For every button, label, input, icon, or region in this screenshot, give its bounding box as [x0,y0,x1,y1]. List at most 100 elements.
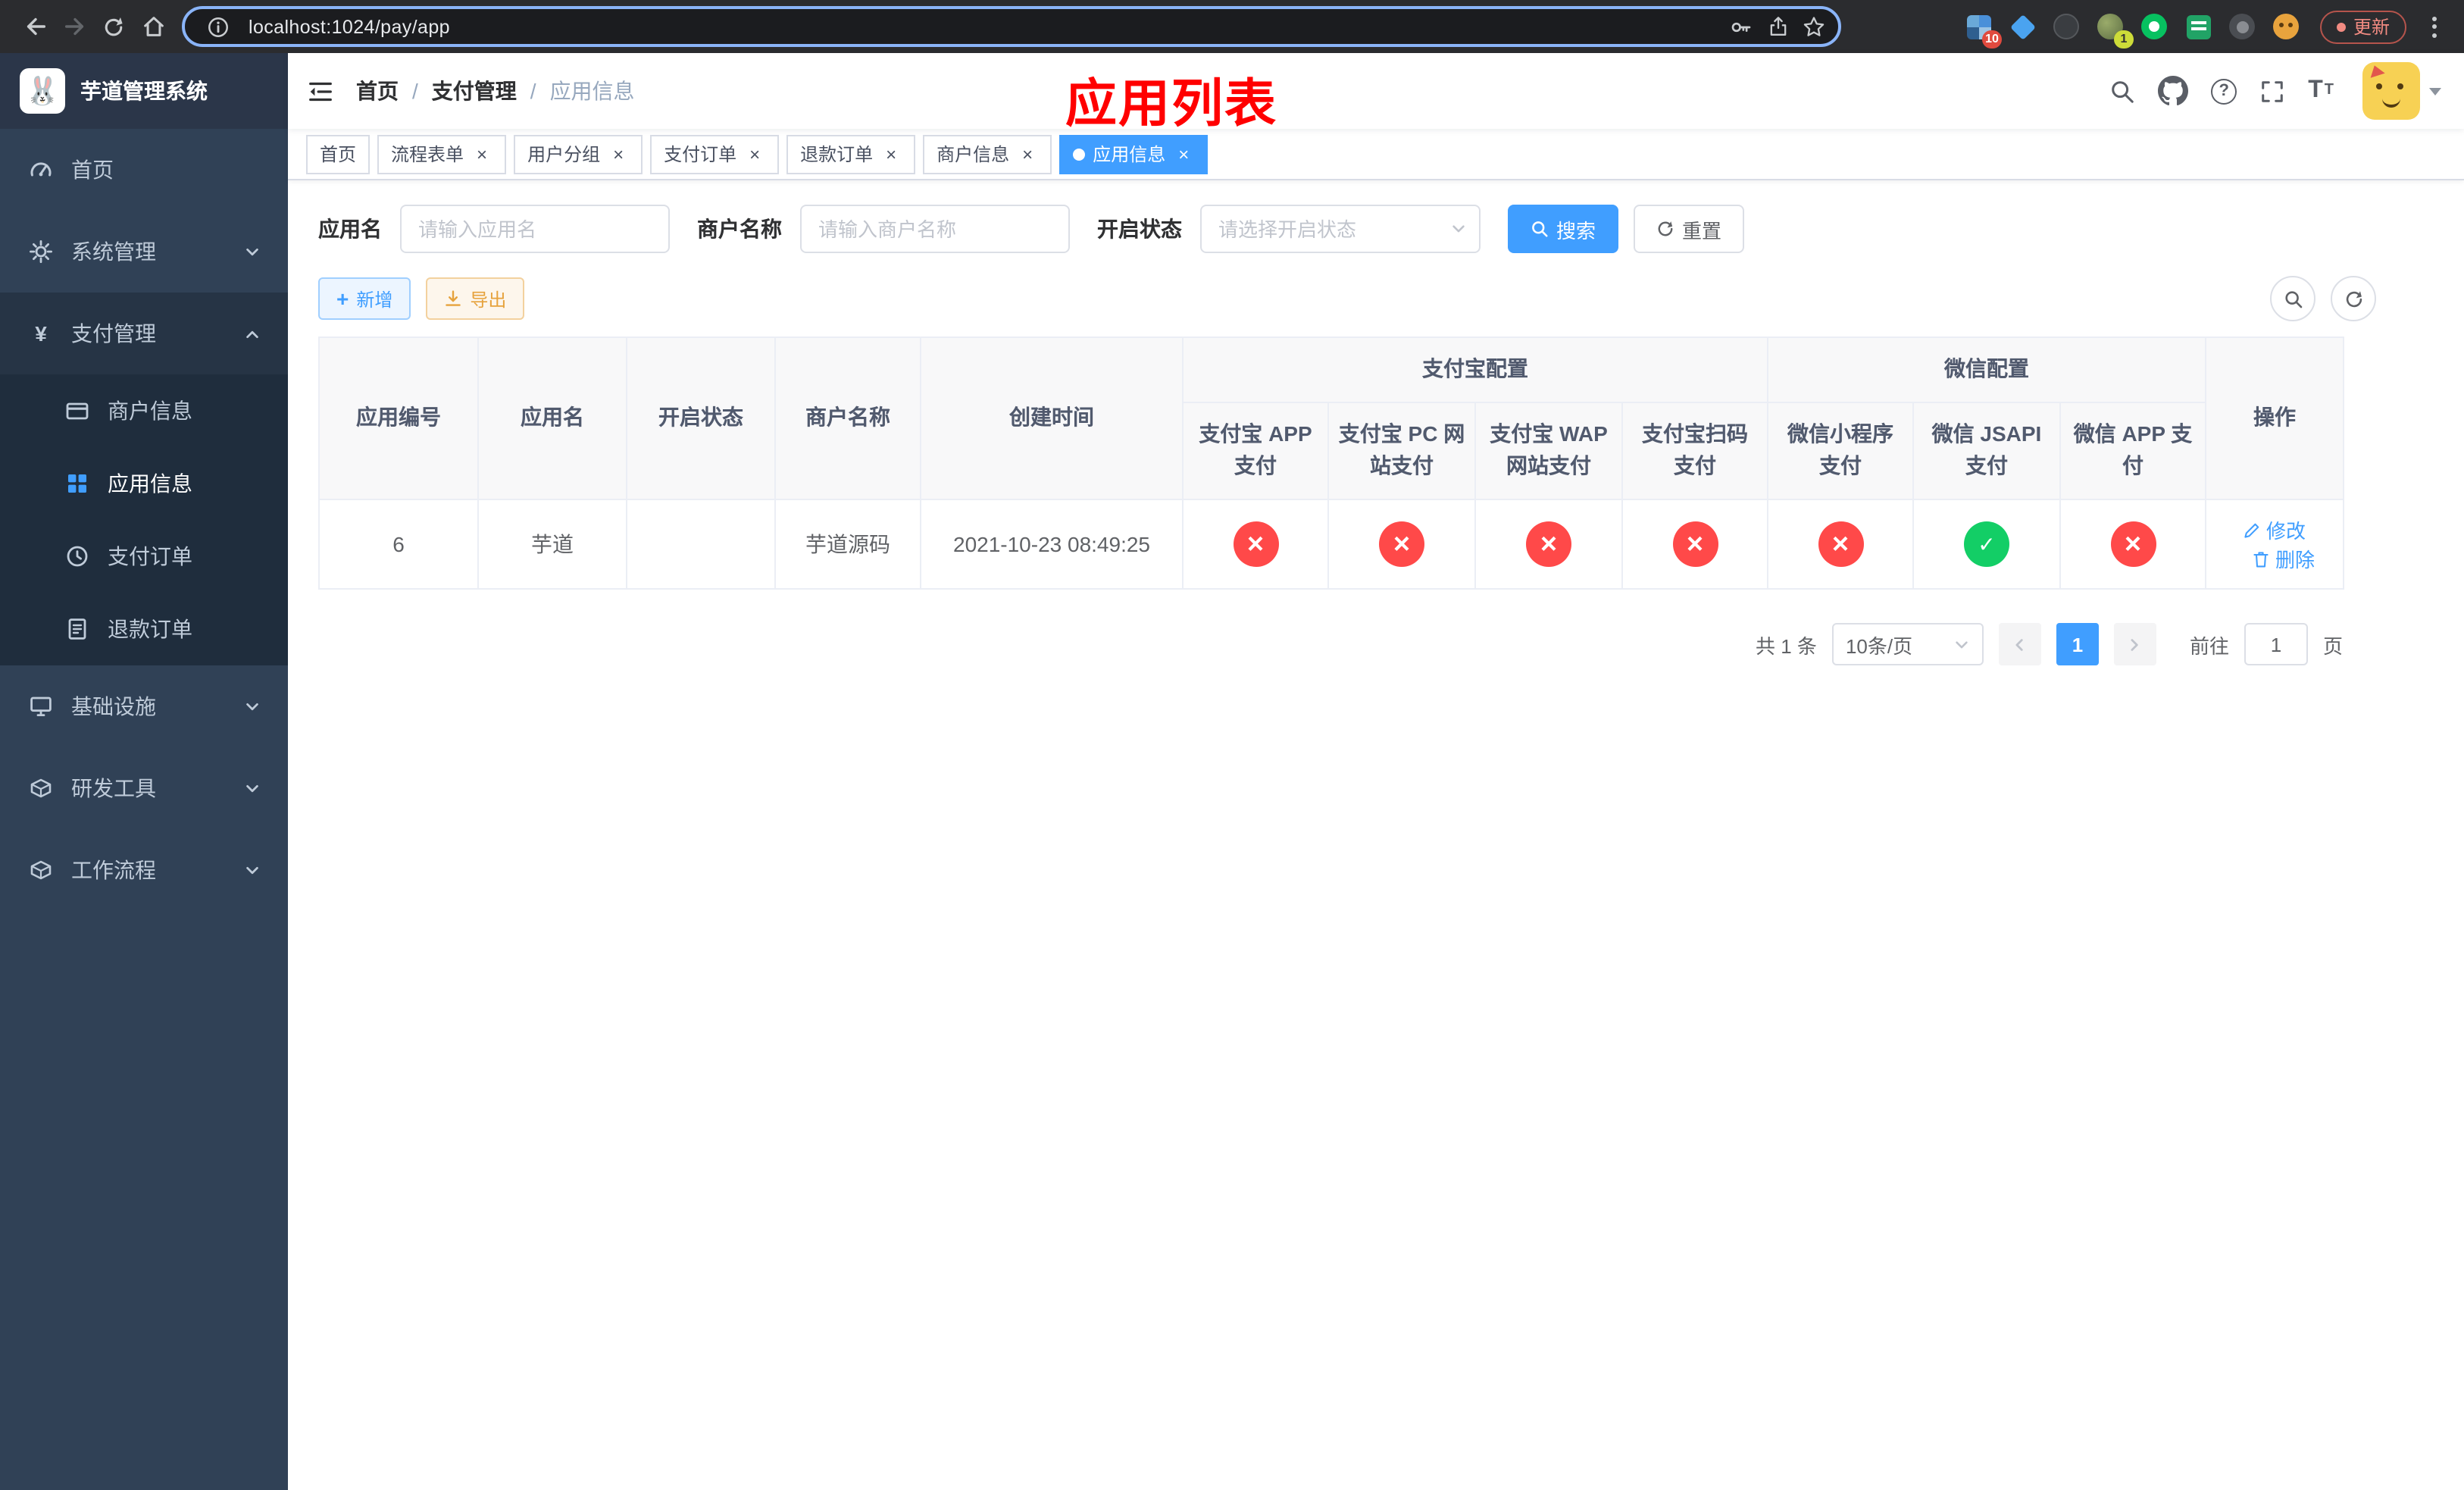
extension-dark-icon[interactable] [2052,11,2082,42]
sidebar-item-label: 应用信息 [108,471,192,496]
export-button[interactable]: 导出 [426,277,525,320]
forward-icon[interactable] [55,7,94,46]
browser-update-button[interactable]: 更新 [2319,10,2406,43]
goto-unit-label: 页 [2322,634,2343,658]
extension-avatar-icon[interactable]: 1 [2096,11,2134,48]
pagination: 共 1 条 10条/页 1 前往 页 [318,623,2343,666]
delete-link[interactable]: 删除 [2253,544,2315,573]
toggle-search-button[interactable] [2270,276,2315,321]
wechat-jsapi-status-icon [1964,521,2009,568]
tab-refund-orders[interactable]: 退款订单 [786,134,916,174]
refresh-button[interactable] [2331,276,2376,321]
sidebar-item-merchant-info[interactable]: 商户信息 [0,374,288,447]
add-button[interactable]: 新增 [318,277,411,320]
app-grid-icon [64,471,91,496]
close-icon[interactable] [744,143,765,164]
extension-blocks-icon[interactable]: 10 [1964,11,2002,48]
help-icon[interactable] [2211,78,2237,104]
sidebar-item-label: 工作流程 [71,858,156,882]
next-page-button[interactable] [2113,623,2156,666]
tags-view: 首页 流程表单 用户分组 支付订单 退款订单 [288,129,2464,180]
table-toolbar: 新增 导出 [318,276,2434,321]
breadcrumb-section[interactable]: 支付管理 [432,76,517,106]
app-name-input[interactable] [400,205,670,253]
page-number-1[interactable]: 1 [2056,623,2099,666]
chevron-down-icon [244,862,261,878]
key-icon[interactable] [1723,8,1759,45]
sidebar-item-system[interactable]: 系统管理 [0,211,288,293]
tab-user-group[interactable]: 用户分组 [514,134,643,174]
github-icon[interactable] [2158,76,2189,106]
column-header: 支付宝 APP 支付 [1182,401,1329,501]
close-icon[interactable] [1017,143,1038,164]
back-icon[interactable] [15,7,55,46]
browser-toolbar: localhost:1024/pay/app 10 1 更新 [0,0,2464,53]
address-bar[interactable]: localhost:1024/pay/app [182,6,1841,47]
sidebar-logo[interactable]: 🐰 芋道管理系统 [0,53,288,129]
extension-pinwheel-icon[interactable] [2228,11,2258,42]
sidebar-item-dev-tools[interactable]: 研发工具 [0,747,288,829]
extension-wechat-icon[interactable] [2140,11,2170,42]
fullscreen-icon[interactable] [2259,78,2285,104]
bookmark-star-icon[interactable] [1796,8,1832,45]
cell-app-name: 芋道 [477,499,627,590]
prev-page-button[interactable] [1998,623,2041,666]
sidebar-item-label: 研发工具 [71,776,156,800]
close-icon[interactable] [608,143,629,164]
alipay-wap-status-icon [1526,521,1571,568]
status-select[interactable] [1200,205,1481,253]
breadcrumb-separator: / [530,79,536,103]
search-icon[interactable] [2109,78,2135,104]
share-icon[interactable] [1759,8,1796,45]
sidebar-item-refund-orders[interactable]: 退款订单 [0,593,288,665]
breadcrumb-current: 应用信息 [549,79,635,103]
sidebar-item-app-info[interactable]: 应用信息 [0,447,288,520]
tab-pay-orders[interactable]: 支付订单 [650,134,780,174]
tab-process-form[interactable]: 流程表单 [377,134,507,174]
sidebar-item-pay-orders[interactable]: 支付订单 [0,520,288,593]
search-button[interactable]: 搜索 [1508,205,1619,253]
font-size-icon[interactable] [2308,79,2334,103]
sidebar-item-payment[interactable]: ¥ 支付管理 [0,293,288,374]
bank-card-icon [64,399,91,423]
browser-menu-icon[interactable] [2420,10,2449,43]
sidebar-item-infrastructure[interactable]: 基础设施 [0,665,288,747]
edit-link[interactable]: 修改 [2244,515,2306,544]
alipay-qr-status-icon [1672,521,1718,568]
extension-face-icon[interactable] [2272,11,2302,42]
sidebar-item-label: 首页 [71,158,114,182]
goto-page-input[interactable] [2244,623,2308,666]
extension-badge: 10 [1981,30,2002,48]
close-icon[interactable] [471,143,492,164]
active-dot-icon [1073,148,1086,160]
column-header: 应用编号 [318,336,479,501]
cube-icon [27,858,55,882]
user-menu[interactable] [2362,62,2441,120]
tab-home[interactable]: 首页 [306,134,371,174]
annotation-title: 应用列表 [1065,76,1277,133]
tab-app-info[interactable]: 应用信息 [1059,134,1209,174]
sidebar-submenu-payment: 商户信息 应用信息 支付订单 退款订单 [0,374,288,665]
close-icon[interactable] [880,143,902,164]
page-size-select[interactable]: 10条/页 [1831,623,1984,666]
extension-kite-icon[interactable] [2008,11,2038,42]
site-info-icon[interactable] [200,8,236,45]
column-header: 开启状态 [626,336,776,501]
reset-button[interactable]: 重置 [1634,205,1745,253]
sidebar-item-workflow[interactable]: 工作流程 [0,829,288,911]
column-group-alipay: 支付宝配置 [1182,337,1768,403]
extension-notes-icon[interactable] [2184,11,2214,42]
browser-extensions-area: 10 1 更新 [1964,10,2449,48]
tab-merchant-info[interactable]: 商户信息 [923,134,1052,174]
chevron-down-icon [244,780,261,797]
home-icon[interactable] [133,7,173,46]
reload-icon[interactable] [94,7,133,46]
sidebar-collapse-icon[interactable] [306,77,335,105]
breadcrumb-home[interactable]: 首页 [356,76,399,106]
sidebar-item-home[interactable]: 首页 [0,129,288,211]
close-icon[interactable] [1173,143,1194,164]
extension-badge: 1 [2113,30,2134,48]
update-label: 更新 [2353,17,2390,38]
merchant-name-input[interactable] [800,205,1070,253]
navbar-tools [2109,62,2441,120]
